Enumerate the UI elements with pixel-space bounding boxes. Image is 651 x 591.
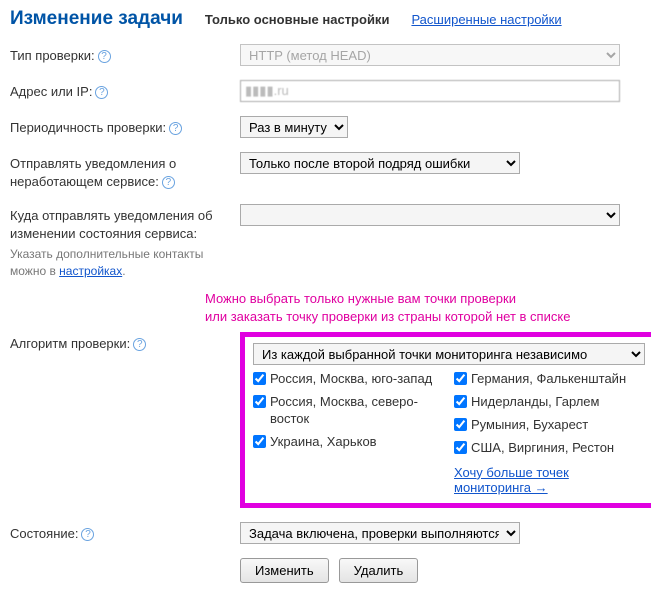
delete-button[interactable]: Удалить xyxy=(339,558,419,583)
help-icon[interactable]: ? xyxy=(133,338,146,351)
location-checkbox[interactable]: Россия, Москва, юго-запад xyxy=(253,371,444,388)
location-checkbox[interactable]: Германия, Фалькенштайн xyxy=(454,371,645,388)
more-locations-link[interactable]: Хочу больше точек мониторинга → xyxy=(454,465,645,495)
location-checkbox[interactable]: США, Виргиния, Рестон xyxy=(454,440,645,457)
submit-button[interactable]: Изменить xyxy=(240,558,329,583)
label-frequency: Периодичность проверки:? xyxy=(10,116,240,137)
label-notify-down: Отправлять уведомления о неработающем се… xyxy=(10,152,240,190)
help-icon[interactable]: ? xyxy=(95,86,108,99)
address-input[interactable] xyxy=(240,80,620,102)
help-icon[interactable]: ? xyxy=(98,50,111,63)
notify-down-select[interactable]: Только после второй подряд ошибки xyxy=(240,152,520,174)
label-address: Адрес или IP:? xyxy=(10,80,240,101)
help-icon[interactable]: ? xyxy=(81,528,94,541)
help-icon[interactable]: ? xyxy=(169,122,182,135)
help-icon[interactable]: ? xyxy=(162,176,175,189)
check-type-select[interactable]: HTTP (метод HEAD) xyxy=(240,44,620,66)
label-notify-where: Куда отправлять уведомления об изменении… xyxy=(10,204,240,280)
settings-link[interactable]: настройках xyxy=(59,264,122,278)
notify-where-select[interactable] xyxy=(240,204,620,226)
frequency-select[interactable]: Раз в минуту xyxy=(240,116,348,138)
label-state: Состояние:? xyxy=(10,522,240,543)
annotation-text: Можно выбрать только нужные вам точки пр… xyxy=(205,290,641,326)
location-checkbox[interactable]: Нидерланды, Гарлем xyxy=(454,394,645,411)
label-algorithm: Алгоритм проверки:? xyxy=(10,332,240,353)
location-checkbox[interactable]: Россия, Москва, северо-восток xyxy=(253,394,444,428)
page-title: Изменение задачи xyxy=(10,8,183,30)
location-checkbox[interactable]: Украина, Харьков xyxy=(253,434,444,451)
algorithm-mode-select[interactable]: Из каждой выбранной точки мониторинга не… xyxy=(253,343,645,365)
tab-advanced[interactable]: Расширенные настройки xyxy=(411,12,561,27)
label-check-type: Тип проверки:? xyxy=(10,44,240,65)
tab-basic[interactable]: Только основные настройки xyxy=(205,12,390,27)
algorithm-box: Из каждой выбранной точки мониторинга не… xyxy=(240,332,651,508)
location-checkbox[interactable]: Румыния, Бухарест xyxy=(454,417,645,434)
state-select[interactable]: Задача включена, проверки выполняются xyxy=(240,522,520,544)
